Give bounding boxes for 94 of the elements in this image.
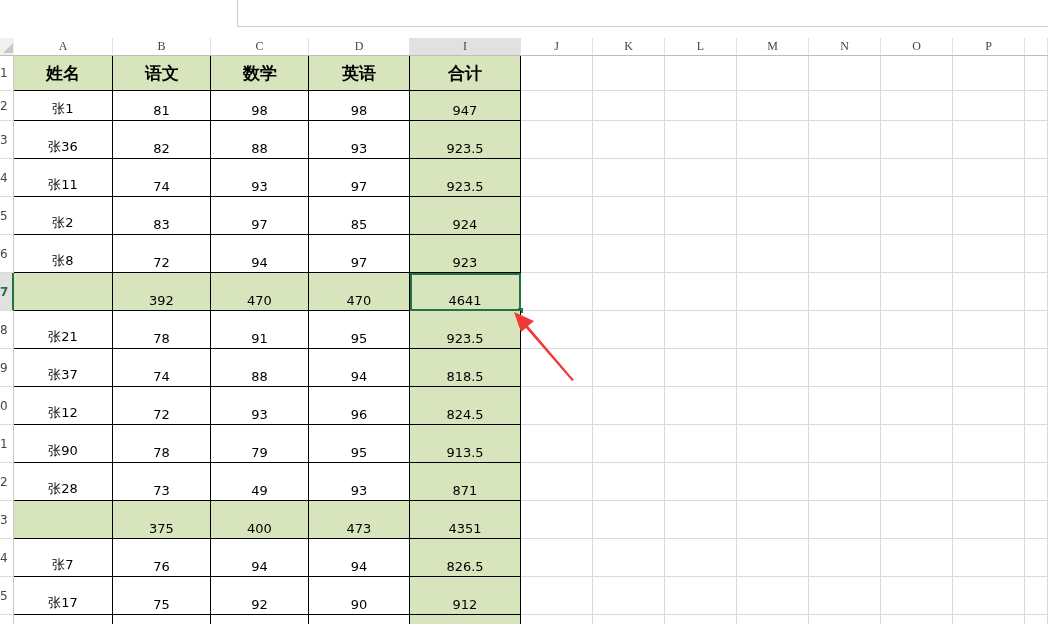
table-cell: 76	[113, 539, 211, 577]
table-cell: 392	[113, 273, 211, 311]
table-cell: 张11	[14, 159, 113, 197]
table-cell	[1025, 121, 1048, 159]
table-cell: 97	[211, 197, 309, 235]
table-cell: 张36	[14, 121, 113, 159]
row-header[interactable]: 2	[0, 463, 14, 501]
column-header[interactable]: C	[211, 38, 309, 55]
table-cell: 张12	[14, 387, 113, 425]
table-cell: 923.5	[410, 311, 521, 349]
table-cell: 912	[410, 577, 521, 615]
column-header[interactable]: L	[665, 38, 737, 55]
table-cell: 张37	[14, 349, 113, 387]
table-cell: 375	[113, 501, 211, 539]
table-cell	[1025, 501, 1048, 539]
table-cell: 82	[113, 121, 211, 159]
select-all-icon[interactable]	[3, 43, 13, 53]
column-header[interactable]: K	[593, 38, 665, 55]
table-cell	[1025, 425, 1048, 463]
table-cell: 81	[113, 91, 211, 121]
table-cell	[1025, 539, 1048, 577]
table-cell: 923.5	[410, 159, 521, 197]
row-header[interactable]: 5	[0, 197, 14, 235]
column-header[interactable]: I	[410, 38, 521, 55]
table-cell: 93	[211, 159, 309, 197]
column-header[interactable]: N	[809, 38, 881, 55]
table-cell: 924	[410, 197, 521, 235]
table-cell: 400	[211, 501, 309, 539]
table-cell	[1025, 273, 1048, 311]
table-cell: 4351	[410, 501, 521, 539]
table-cell: 74	[113, 349, 211, 387]
row-header[interactable]: 1	[0, 425, 14, 463]
table-cell	[1025, 387, 1048, 425]
column-header[interactable]: B	[113, 38, 211, 55]
table-cell: 923.5	[410, 121, 521, 159]
table-cell: 74	[113, 159, 211, 197]
table-cell: 913.5	[410, 425, 521, 463]
table-cell: 4641	[410, 273, 521, 311]
table-cell: 92	[211, 577, 309, 615]
table-cell: 473	[309, 501, 410, 539]
table-cell: 98	[211, 91, 309, 121]
table-cell: 72	[113, 387, 211, 425]
table-cell: 姓名	[14, 56, 113, 91]
table-cell	[1025, 311, 1048, 349]
table-cell: 826.5	[410, 539, 521, 577]
table-cell: 470	[309, 273, 410, 311]
table-cell: 871	[410, 463, 521, 501]
table-cell: 合计	[410, 56, 521, 91]
table-cell: 78	[113, 425, 211, 463]
row-header[interactable]: 8	[0, 311, 14, 349]
row-header[interactable]: 3	[0, 121, 14, 159]
row-header[interactable]: 9	[0, 349, 14, 387]
table-cell	[1025, 349, 1048, 387]
table-cell: 78	[113, 311, 211, 349]
table-cell: 824.5	[410, 387, 521, 425]
row-header[interactable]: 5	[0, 577, 14, 615]
table-cell: 张2	[14, 197, 113, 235]
table-cell	[1025, 235, 1048, 273]
table-cell: 93	[211, 387, 309, 425]
table-cell: 818.5	[410, 349, 521, 387]
table-cell: 75	[113, 577, 211, 615]
table-cell	[1025, 577, 1048, 615]
column-header[interactable]: A	[14, 38, 113, 55]
column-header[interactable]: J	[521, 38, 593, 55]
table-cell: 470	[211, 273, 309, 311]
table-cell	[1025, 197, 1048, 235]
table-cell: 923	[410, 235, 521, 273]
row-header[interactable]: 7	[0, 273, 14, 311]
row-header[interactable]: 4	[0, 159, 14, 197]
table-cell: 88	[211, 121, 309, 159]
formula-bar[interactable]	[237, 0, 1048, 27]
table-cell: 947	[410, 91, 521, 121]
table-cell	[1025, 91, 1048, 121]
row-header[interactable]: 0	[0, 387, 14, 425]
table-cell: 张1	[14, 91, 113, 121]
table-cell: 94	[211, 539, 309, 577]
table-cell: 91	[211, 311, 309, 349]
table-cell	[1025, 463, 1048, 501]
table-cell: 83	[113, 197, 211, 235]
table-cell: 英语	[309, 56, 410, 91]
table-cell: 88	[211, 349, 309, 387]
table-cell: 张21	[14, 311, 113, 349]
table-cell: 数学	[211, 56, 309, 91]
table-cell: 张90	[14, 425, 113, 463]
column-header[interactable]: O	[881, 38, 953, 55]
column-header[interactable]: P	[953, 38, 1025, 55]
row-header[interactable]: 2	[0, 91, 14, 121]
row-header[interactable]: 4	[0, 539, 14, 577]
column-header[interactable]: M	[737, 38, 809, 55]
table-cell	[1025, 159, 1048, 197]
table-cell: 语文	[113, 56, 211, 91]
table-cell: 张17	[14, 577, 113, 615]
table-cell: 张7	[14, 539, 113, 577]
table-cell: 79	[211, 425, 309, 463]
